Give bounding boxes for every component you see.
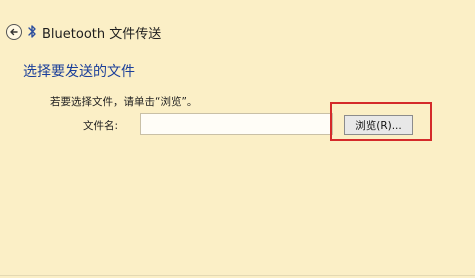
bluetooth-icon	[28, 25, 36, 38]
page-heading: 选择要发送的文件	[23, 64, 135, 80]
highlight-box	[330, 102, 432, 141]
file-name-label: 文件名:	[83, 120, 119, 132]
title-bar: Bluetooth 文件传送	[0, 18, 475, 46]
bluetooth-transfer-window: Bluetooth 文件传送 选择要发送的文件 若要选择文件，请单击“浏览”。 …	[0, 0, 475, 278]
back-arrow-icon	[10, 28, 18, 36]
window-title: Bluetooth 文件传送	[42, 27, 162, 42]
back-button[interactable]	[6, 24, 22, 40]
file-name-input[interactable]	[140, 113, 333, 135]
instruction-text: 若要选择文件，请单击“浏览”。	[50, 96, 198, 108]
bottom-divider	[0, 275, 475, 276]
